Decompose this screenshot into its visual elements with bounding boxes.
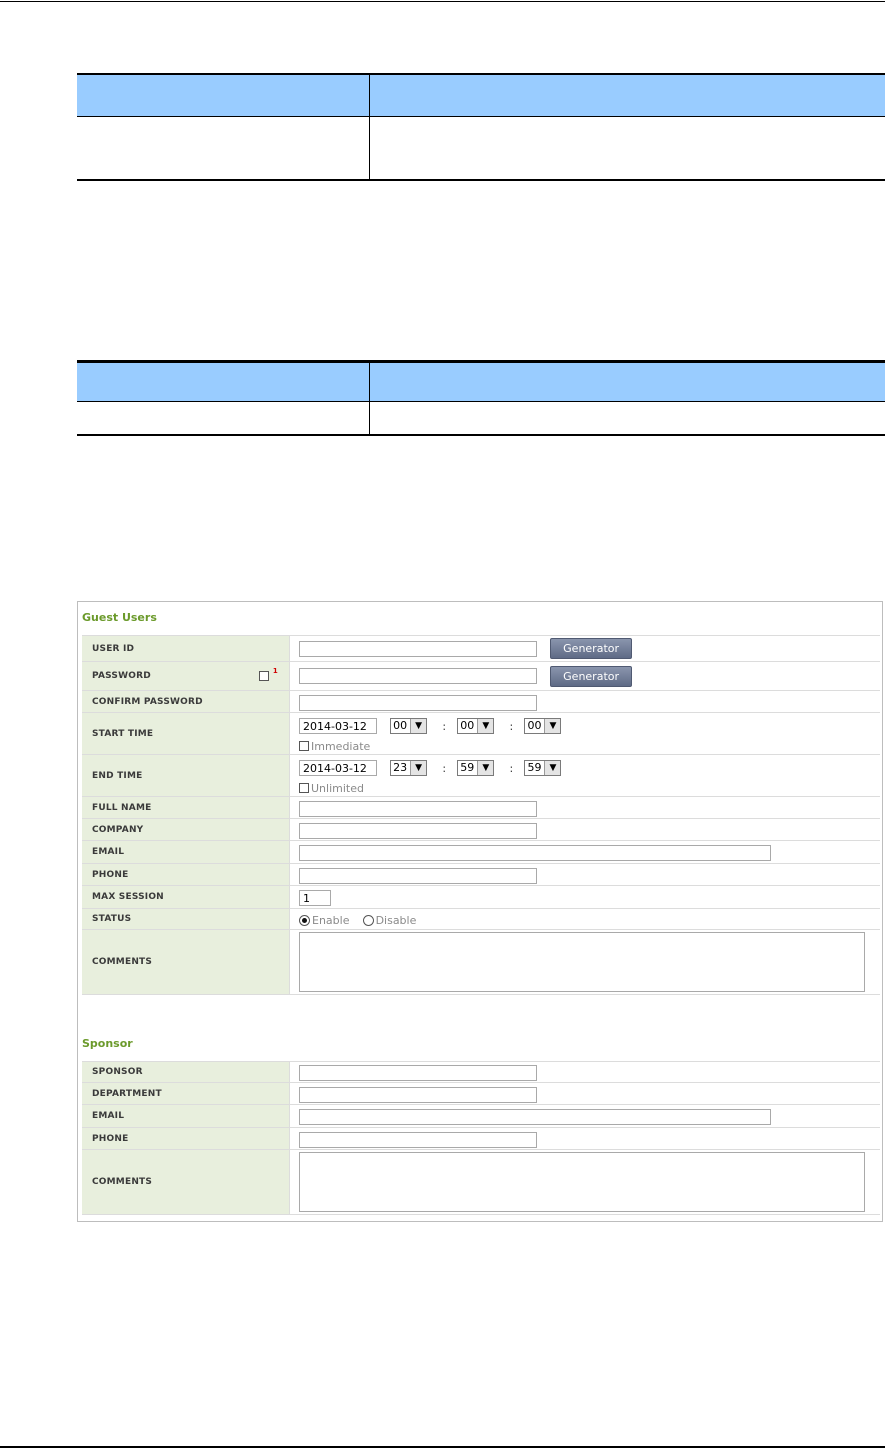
- status-enable-radio[interactable]: [299, 914, 310, 926]
- time-separator: :: [442, 761, 447, 775]
- comments-label: COMMENTS: [82, 929, 290, 995]
- status-enable-label: Enable: [312, 913, 350, 927]
- row-full-name: FULL NAME: [82, 796, 880, 819]
- status-disable-label: Disable: [375, 913, 417, 927]
- end-time-label: END TIME: [82, 754, 290, 797]
- start-hour-select[interactable]: 00 ▼: [390, 718, 428, 734]
- chevron-down-icon: ▼: [410, 719, 427, 733]
- phone-label: PHONE: [82, 863, 290, 886]
- chevron-down-icon: ▼: [544, 761, 561, 775]
- chevron-down-icon: ▼: [477, 719, 494, 733]
- user-id-input[interactable]: [299, 640, 537, 657]
- doc-table-2: [77, 360, 885, 436]
- guest-users-form: USER ID Generator PASSWORD 1 Generator C…: [82, 635, 880, 995]
- page-bottom-rule: [0, 1446, 885, 1448]
- doc-table-1: [77, 73, 885, 181]
- row-status: STATUS Enable Disable: [82, 908, 880, 930]
- comments-textarea[interactable]: [299, 932, 865, 992]
- password-generator-button[interactable]: Generator: [550, 665, 633, 687]
- row-sponsor-email: EMAIL: [82, 1104, 880, 1128]
- row-sponsor: SPONSOR: [82, 1061, 880, 1083]
- time-separator: :: [509, 761, 514, 775]
- row-company: COMPANY: [82, 818, 880, 841]
- email-label: EMAIL: [82, 840, 290, 864]
- guest-users-section-title: Guest Users: [82, 611, 157, 624]
- sponsor-email-input[interactable]: [299, 1109, 771, 1125]
- password-input[interactable]: [299, 668, 537, 684]
- status-label: STATUS: [82, 908, 290, 930]
- user-id-generator-button[interactable]: Generator: [550, 638, 633, 659]
- guest-user-form-panel: Guest Users USER ID Generator PASSWORD 1…: [77, 601, 883, 1222]
- start-minute-select[interactable]: 00 ▼: [457, 718, 495, 734]
- password-checkbox[interactable]: [259, 671, 269, 681]
- company-input[interactable]: [299, 822, 537, 839]
- start-time-label: START TIME: [82, 712, 290, 755]
- row-sponsor-comments: COMMENTS: [82, 1149, 880, 1215]
- sponsor-phone-input[interactable]: [299, 1131, 537, 1148]
- row-end-time: END TIME 23▼ : 59▼ : 59▼ Unlimited: [82, 754, 880, 797]
- start-date-input[interactable]: [299, 718, 377, 734]
- chevron-down-icon: ▼: [410, 761, 427, 775]
- phone-input[interactable]: [299, 867, 537, 884]
- chevron-down-icon: ▼: [544, 719, 561, 733]
- row-max-session: MAX SESSION: [82, 885, 880, 909]
- sponsor-phone-label: PHONE: [82, 1127, 290, 1150]
- row-confirm-password: CONFIRM PASSWORD: [82, 690, 880, 713]
- doc-table-1-header: [77, 74, 885, 117]
- confirm-password-input[interactable]: [299, 694, 537, 711]
- password-note-marker: 1: [272, 667, 278, 675]
- sponsor-section-title: Sponsor: [82, 1037, 133, 1050]
- max-session-input[interactable]: [299, 890, 331, 906]
- sponsor-input[interactable]: [299, 1065, 537, 1081]
- email-input[interactable]: [299, 845, 771, 861]
- row-department: DEPARTMENT: [82, 1082, 880, 1105]
- password-label: PASSWORD: [92, 671, 151, 681]
- row-email: EMAIL: [82, 840, 880, 864]
- page-top-rule: [0, 1, 885, 2]
- end-date-input[interactable]: [299, 760, 377, 776]
- full-name-input[interactable]: [299, 800, 537, 817]
- chevron-down-icon: ▼: [477, 761, 494, 775]
- time-separator: :: [442, 719, 447, 733]
- confirm-password-label: CONFIRM PASSWORD: [82, 690, 290, 713]
- immediate-checkbox[interactable]: [299, 741, 309, 751]
- max-session-label: MAX SESSION: [82, 885, 290, 909]
- sponsor-label: SPONSOR: [82, 1061, 290, 1083]
- sponsor-email-label: EMAIL: [82, 1104, 290, 1128]
- row-sponsor-phone: PHONE: [82, 1127, 880, 1150]
- row-phone: PHONE: [82, 863, 880, 886]
- doc-table-1-row: [77, 116, 885, 180]
- row-comments: COMMENTS: [82, 929, 880, 995]
- end-minute-select[interactable]: 59 ▼: [457, 760, 495, 776]
- row-start-time: START TIME 00▼ : 00▼ : 00▼ Immediate: [82, 712, 880, 755]
- start-second-select[interactable]: 00 ▼: [524, 718, 562, 734]
- end-hour-select[interactable]: 23 ▼: [390, 760, 428, 776]
- company-label: COMPANY: [82, 818, 290, 841]
- full-name-label: FULL NAME: [82, 796, 290, 819]
- row-user-id: USER ID Generator: [82, 635, 880, 662]
- doc-table-2-row: [77, 401, 885, 435]
- time-separator: :: [509, 719, 514, 733]
- unlimited-checkbox[interactable]: [299, 783, 309, 793]
- doc-table-2-header: [77, 361, 885, 402]
- sponsor-comments-textarea[interactable]: [299, 1152, 865, 1212]
- status-disable-radio[interactable]: [362, 914, 374, 926]
- department-input[interactable]: [299, 1086, 537, 1103]
- department-label: DEPARTMENT: [82, 1082, 290, 1105]
- sponsor-form: SPONSOR DEPARTMENT EMAIL PHONE COMMENTS: [82, 1061, 880, 1215]
- user-id-label: USER ID: [82, 635, 290, 662]
- end-second-select[interactable]: 59 ▼: [524, 760, 562, 776]
- immediate-label: Immediate: [311, 739, 371, 753]
- sponsor-comments-label: COMMENTS: [82, 1149, 290, 1215]
- row-password: PASSWORD 1 Generator: [82, 661, 880, 691]
- unlimited-label: Unlimited: [311, 781, 364, 795]
